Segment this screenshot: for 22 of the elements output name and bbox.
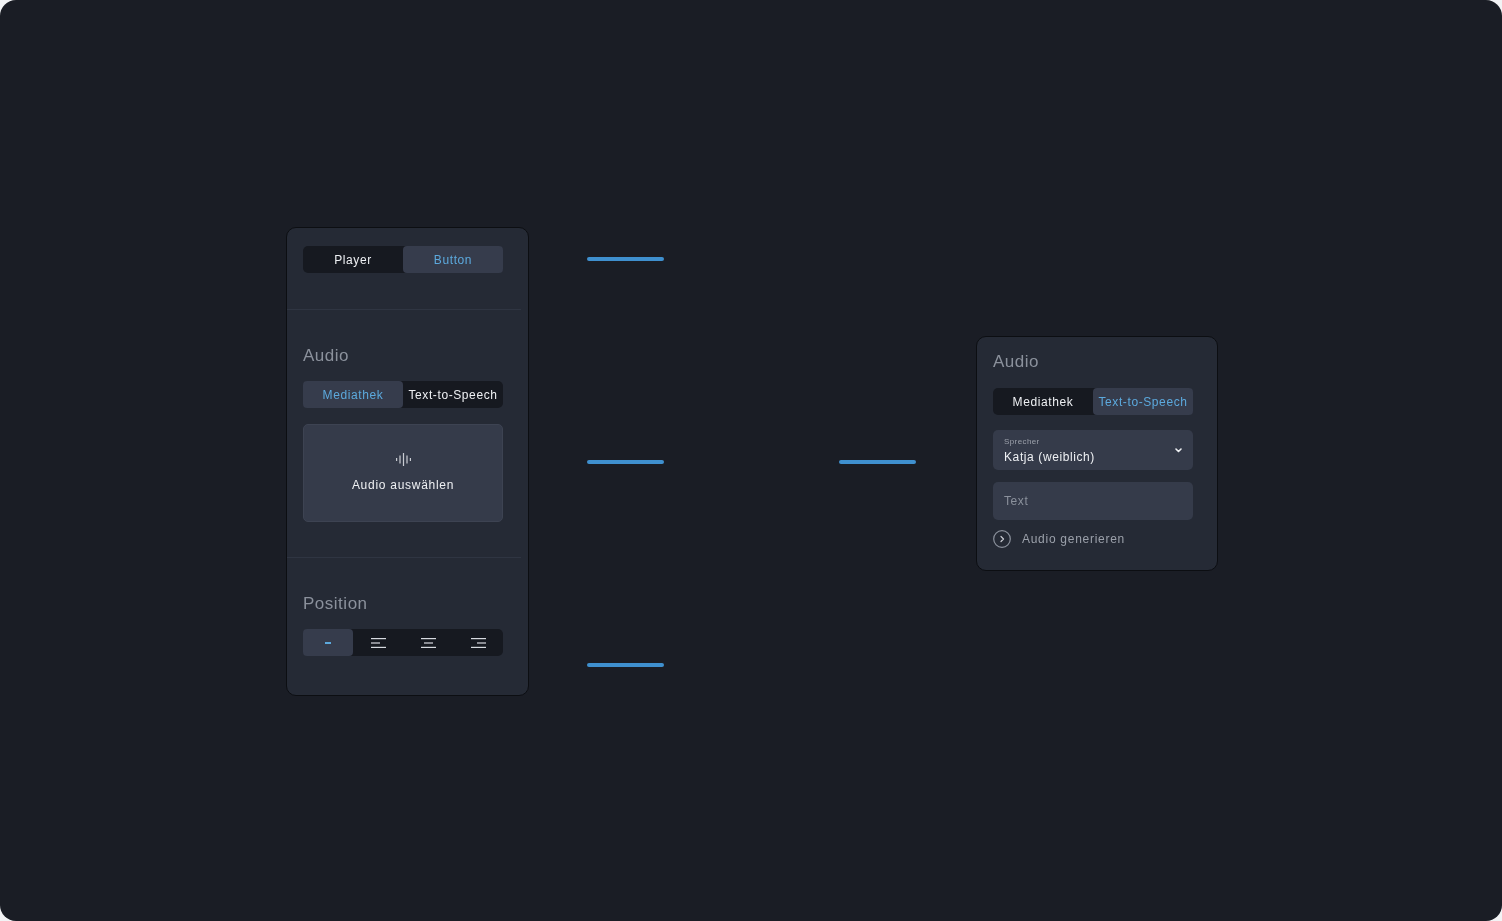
align-right-icon bbox=[470, 637, 486, 648]
speaker-dropdown[interactable]: Sprecher Katja (weiblich) bbox=[993, 430, 1193, 470]
chevron-down-icon bbox=[1175, 447, 1182, 453]
align-left-icon bbox=[370, 637, 386, 648]
section-heading: Position bbox=[303, 594, 369, 614]
tab[interactable]: Text-to-Speech bbox=[1093, 388, 1193, 415]
dropdown-label: Sprecher bbox=[1004, 436, 1041, 447]
generate-audio-button[interactable]: Audio generieren bbox=[993, 530, 1125, 548]
tab[interactable]: Mediathek bbox=[303, 381, 403, 408]
section-heading: Audio bbox=[303, 346, 351, 366]
tab[interactable]: Mediathek bbox=[993, 388, 1093, 415]
dropdown-value: Katja (weiblich) bbox=[1004, 449, 1095, 464]
sound-wave-icon bbox=[395, 452, 411, 466]
tab[interactable]: Button bbox=[403, 246, 503, 273]
text-input[interactable]: Text bbox=[993, 482, 1193, 520]
tab[interactable]: Text-to-Speech bbox=[403, 381, 503, 408]
align-center-icon bbox=[420, 637, 436, 648]
dash-icon bbox=[325, 641, 331, 644]
tab[interactable]: Player bbox=[303, 246, 403, 273]
section-heading: Audio bbox=[993, 352, 1041, 372]
chevron-right-circle-icon bbox=[993, 530, 1011, 548]
select-audio-button[interactable]: Audio auswählen bbox=[303, 424, 503, 522]
